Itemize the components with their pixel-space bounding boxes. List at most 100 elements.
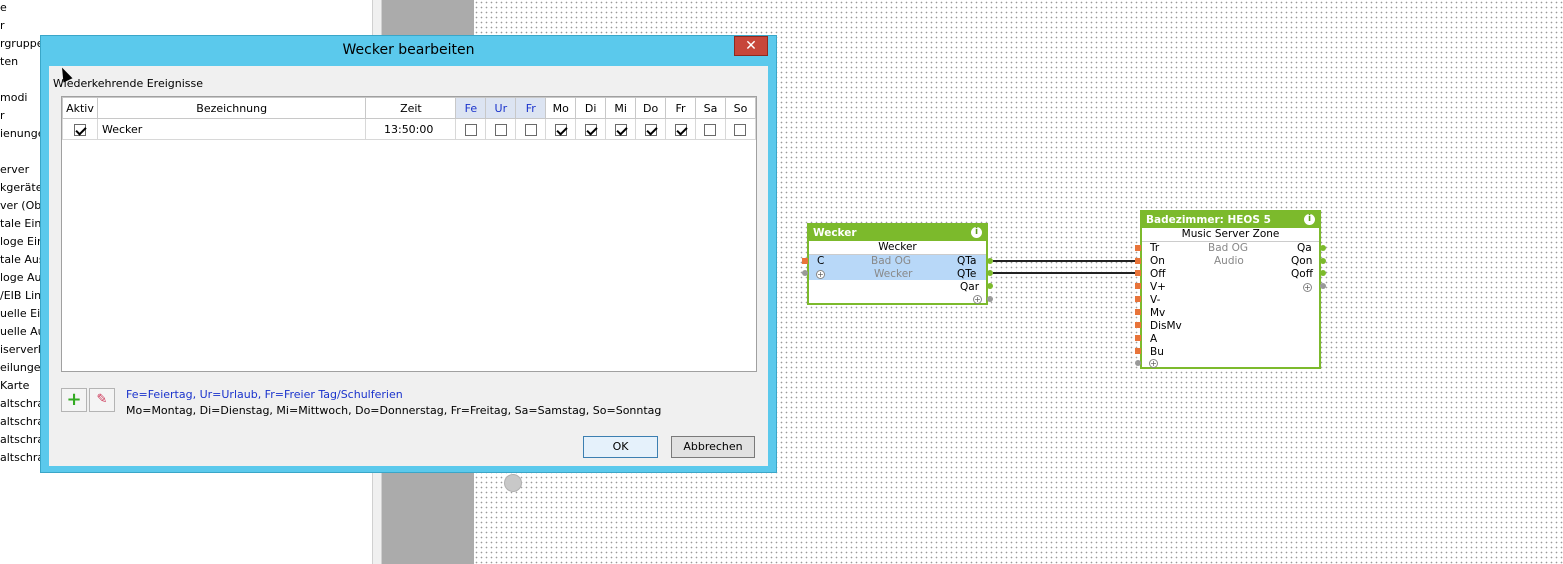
- connection-wire[interactable]: [993, 272, 1138, 274]
- cell-di: [575, 118, 607, 140]
- input-pin[interactable]: [1135, 283, 1141, 289]
- output-pin[interactable]: [987, 283, 993, 289]
- input-pin[interactable]: [802, 258, 808, 264]
- input-pin[interactable]: [1135, 270, 1141, 276]
- block-title: Badezimmer: HEOS 5: [1146, 214, 1271, 226]
- input-pin[interactable]: [1135, 335, 1141, 341]
- block-subtitle: Wecker: [809, 241, 986, 255]
- output-pin[interactable]: [1320, 283, 1326, 289]
- col-header-ur[interactable]: Ur: [485, 97, 517, 119]
- input-label: V+: [1150, 281, 1166, 293]
- tree-item[interactable]: r: [0, 19, 5, 33]
- tree-item[interactable]: kgeräte: [0, 181, 42, 195]
- input-pin[interactable]: [1135, 258, 1141, 264]
- add-event-button[interactable]: +: [61, 388, 87, 412]
- tree-item[interactable]: altschra: [0, 415, 44, 429]
- tree-item[interactable]: iserverk: [0, 343, 44, 357]
- delete-event-button[interactable]: ✎: [89, 388, 115, 412]
- input-pin[interactable]: [1135, 309, 1141, 315]
- input-label: Off: [1150, 268, 1166, 280]
- output-pin[interactable]: [1320, 258, 1326, 264]
- mi-checkbox[interactable]: [614, 123, 627, 136]
- tree-item[interactable]: ienunge: [0, 127, 45, 141]
- cancel-button[interactable]: Abbrechen: [671, 436, 755, 458]
- output-pin[interactable]: [1320, 245, 1326, 251]
- tree-item[interactable]: altschra: [0, 433, 44, 447]
- block-header: Badezimmer: HEOS 5 i: [1142, 212, 1319, 228]
- plus-icon: +: [66, 389, 82, 410]
- output-pin[interactable]: [1320, 270, 1326, 276]
- connection-wire[interactable]: [993, 260, 1138, 262]
- do-checkbox[interactable]: [644, 123, 657, 136]
- col-header-so[interactable]: So: [724, 97, 757, 119]
- input-pin[interactable]: [1135, 348, 1141, 354]
- input-pin[interactable]: [1135, 360, 1141, 366]
- cell-ur: [485, 118, 517, 140]
- fe-checkbox[interactable]: [464, 123, 477, 136]
- tree-item[interactable]: erver: [0, 163, 29, 177]
- ok-button[interactable]: OK: [583, 436, 658, 458]
- add-input-icon[interactable]: +: [1149, 359, 1158, 368]
- aktiv-checkbox[interactable]: [73, 123, 86, 136]
- tree-item[interactable]: altschra: [0, 451, 44, 465]
- block-subtitle: Music Server Zone: [1142, 228, 1319, 242]
- legend-weekdays: Mo=Montag, Di=Dienstag, Mi=Mittwoch, Do=…: [126, 404, 662, 417]
- tree-item[interactable]: Karte: [0, 379, 29, 393]
- tree-item[interactable]: tale Aus: [0, 253, 45, 267]
- heos-block[interactable]: Badezimmer: HEOS 5 i Music Server Zone B…: [1140, 210, 1321, 369]
- cell-bezeichnung[interactable]: Wecker: [96, 118, 367, 140]
- tree-item[interactable]: modi: [0, 91, 27, 105]
- mo-checkbox[interactable]: [554, 123, 567, 136]
- block-header: Wecker i: [809, 225, 986, 241]
- tree-item[interactable]: rgruppe: [0, 37, 44, 51]
- tree-item[interactable]: ver (Obj: [0, 199, 44, 213]
- col-header-fr[interactable]: Fr: [665, 97, 697, 119]
- col-header-do[interactable]: Do: [635, 97, 667, 119]
- col-header-di[interactable]: Di: [575, 97, 607, 119]
- col-header-mo[interactable]: Mo: [545, 97, 577, 119]
- tree-item[interactable]: eilunge: [0, 361, 41, 375]
- col-header-mi[interactable]: Mi: [605, 97, 637, 119]
- input-pin[interactable]: [1135, 322, 1141, 328]
- tree-item[interactable]: /EIB Lin: [0, 289, 41, 303]
- sa-checkbox[interactable]: [704, 123, 717, 136]
- tree-item[interactable]: r: [0, 109, 5, 123]
- add-input-icon[interactable]: +: [816, 270, 825, 279]
- input-pin[interactable]: [1135, 296, 1141, 302]
- output-label: Qa: [1297, 242, 1312, 254]
- wecker-block[interactable]: Wecker i Wecker C + Bad OG Wecker QTa QT…: [807, 223, 988, 305]
- ur-checkbox[interactable]: [494, 123, 507, 136]
- col-header-aktiv[interactable]: Aktiv: [62, 97, 98, 119]
- info-icon[interactable]: i: [1304, 214, 1315, 225]
- eraser-icon: ✎: [96, 392, 108, 407]
- col-header-fr-special[interactable]: Fr: [515, 97, 547, 119]
- fr-checkbox[interactable]: [674, 123, 687, 136]
- block-category: Audio: [1214, 255, 1244, 267]
- col-header-zeit[interactable]: Zeit: [365, 97, 457, 119]
- input-pin[interactable]: [802, 270, 808, 276]
- add-output-icon[interactable]: +: [973, 295, 982, 304]
- close-button[interactable]: ✕: [734, 36, 768, 56]
- tree-item[interactable]: uelle Au: [0, 325, 45, 339]
- info-icon[interactable]: i: [971, 227, 982, 238]
- tree-item[interactable]: altschra: [0, 397, 44, 411]
- cell-zeit[interactable]: 13:50:00: [365, 118, 457, 140]
- output-label: QTe: [957, 268, 977, 280]
- output-pin[interactable]: [987, 296, 993, 302]
- so-checkbox[interactable]: [734, 123, 747, 136]
- col-header-fe[interactable]: Fe: [455, 97, 487, 119]
- tree-item[interactable]: loge Ein: [0, 235, 44, 249]
- fr-special-checkbox[interactable]: [524, 123, 537, 136]
- add-output-icon[interactable]: +: [1303, 283, 1312, 292]
- table-row[interactable]: Wecker 13:50:00: [62, 118, 757, 140]
- input-pin[interactable]: [1135, 245, 1141, 251]
- col-header-bezeichnung[interactable]: Bezeichnung: [96, 97, 367, 119]
- di-checkbox[interactable]: [584, 123, 597, 136]
- resize-handle[interactable]: [504, 474, 522, 492]
- tree-item[interactable]: e: [0, 1, 7, 15]
- cell-mi: [605, 118, 637, 140]
- tree-item[interactable]: ten: [0, 55, 18, 69]
- col-header-sa[interactable]: Sa: [695, 97, 726, 119]
- cell-do: [635, 118, 667, 140]
- output-label: Qon: [1291, 255, 1313, 267]
